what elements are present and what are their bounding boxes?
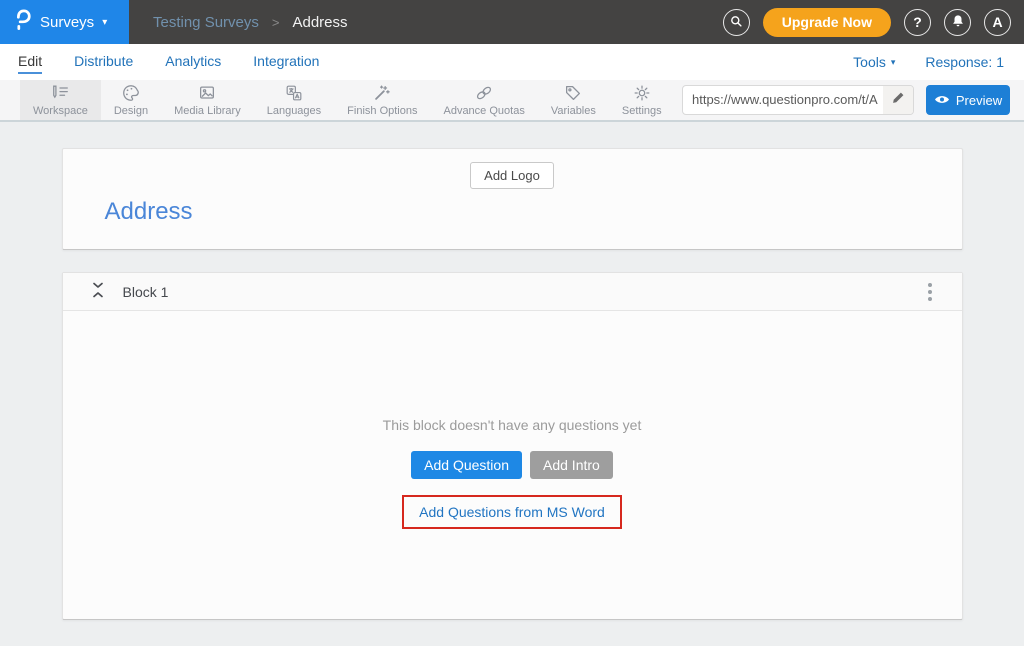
- tools-menu[interactable]: Tools ▾: [853, 54, 895, 70]
- workspace-icon: [50, 83, 70, 103]
- toolbar-item-finish-options[interactable]: Finish Options: [334, 80, 430, 120]
- survey-url-field[interactable]: https://www.questionpro.com/t/A: [682, 85, 914, 115]
- survey-title[interactable]: Address: [105, 198, 962, 226]
- survey-header-card: Add Logo Address: [62, 148, 963, 250]
- kebab-menu-icon[interactable]: [922, 279, 938, 305]
- breadcrumb-current: Address: [292, 14, 347, 31]
- toolbar-item-media-library[interactable]: Media Library: [161, 80, 254, 120]
- pencil-icon: [891, 91, 905, 110]
- search-icon: [729, 14, 743, 31]
- chevron-down-icon: ▾: [891, 57, 896, 68]
- editor-toolbar: Workspace Design Media Li: [0, 80, 1024, 122]
- block-actions: Add Question Add Intro: [63, 451, 962, 479]
- response-count[interactable]: Response: 1: [925, 54, 1004, 70]
- chevron-down-icon: ▾: [102, 17, 107, 28]
- help-icon: ?: [913, 14, 922, 30]
- advance-quotas-icon: [474, 83, 494, 103]
- questionpro-survey-editor: Surveys ▾ Testing Surveys > Address Upgr…: [0, 0, 1024, 620]
- toolbar-item-settings[interactable]: Settings: [609, 80, 675, 120]
- surveys-menu[interactable]: Surveys ▾: [0, 0, 129, 44]
- eye-icon: [934, 93, 950, 108]
- questionpro-logo-icon: [12, 7, 32, 38]
- add-intro-button[interactable]: Add Intro: [530, 451, 613, 479]
- preview-button[interactable]: Preview: [926, 85, 1010, 115]
- finish-options-icon: [372, 83, 392, 103]
- nav-tabs: Edit Distribute Analytics Integration: [18, 50, 319, 74]
- block-header: Block 1: [63, 273, 962, 311]
- languages-icon: [284, 83, 304, 103]
- collapse-block-button[interactable]: [90, 282, 106, 302]
- breadcrumb: Testing Surveys > Address: [153, 14, 348, 31]
- toolbar-item-variables[interactable]: Variables: [538, 80, 609, 120]
- notifications-button[interactable]: [944, 9, 971, 36]
- tab-analytics[interactable]: Analytics: [165, 50, 221, 74]
- breadcrumb-separator: >: [272, 15, 280, 30]
- settings-icon: [632, 83, 652, 103]
- media-library-icon: [197, 83, 217, 103]
- avatar[interactable]: A: [984, 9, 1011, 36]
- topbar-actions: Upgrade Now ? A: [723, 8, 1024, 37]
- breadcrumb-parent-link[interactable]: Testing Surveys: [153, 14, 259, 31]
- design-icon: [121, 83, 141, 103]
- surveys-menu-label: Surveys: [40, 14, 94, 31]
- variables-icon: [563, 83, 583, 103]
- preview-button-label: Preview: [956, 93, 1002, 108]
- survey-canvas: Add Logo Address Block 1 This blo: [0, 122, 1024, 620]
- add-logo-button[interactable]: Add Logo: [470, 162, 554, 189]
- collapse-icon: [91, 281, 105, 302]
- topbar: Surveys ▾ Testing Surveys > Address Upgr…: [0, 0, 1024, 44]
- toolbar-item-design[interactable]: Design: [101, 80, 161, 120]
- logo-row: Add Logo: [63, 149, 962, 189]
- toolbar-item-languages[interactable]: Languages: [254, 80, 334, 120]
- help-button[interactable]: ?: [904, 9, 931, 36]
- bell-icon: [951, 14, 965, 31]
- toolbar-right: https://www.questionpro.com/t/A: [682, 80, 1024, 120]
- survey-url-text: https://www.questionpro.com/t/A: [683, 86, 883, 114]
- edit-url-button[interactable]: [883, 86, 913, 114]
- avatar-initial: A: [992, 14, 1002, 30]
- empty-block-message: This block doesn't have any questions ye…: [63, 417, 962, 433]
- tools-menu-label: Tools: [853, 54, 886, 70]
- toolbar-item-advance-quotas[interactable]: Advance Quotas: [430, 80, 537, 120]
- tab-integration[interactable]: Integration: [253, 50, 319, 74]
- survey-nav: Edit Distribute Analytics Integration To…: [0, 44, 1024, 80]
- nav-right: Tools ▾ Response: 1: [853, 54, 1004, 70]
- toolbar-item-workspace[interactable]: Workspace: [20, 80, 101, 120]
- add-questions-from-ms-word-link[interactable]: Add Questions from MS Word: [402, 495, 622, 529]
- upgrade-now-button[interactable]: Upgrade Now: [763, 8, 891, 37]
- block-title[interactable]: Block 1: [123, 284, 169, 300]
- tab-edit[interactable]: Edit: [18, 50, 42, 74]
- ms-word-row: Add Questions from MS Word: [63, 495, 962, 529]
- block-card: Block 1 This block doesn't have any ques…: [62, 272, 963, 620]
- tab-distribute[interactable]: Distribute: [74, 50, 133, 74]
- search-button[interactable]: [723, 9, 750, 36]
- add-question-button[interactable]: Add Question: [411, 451, 522, 479]
- block-body: This block doesn't have any questions ye…: [63, 311, 962, 529]
